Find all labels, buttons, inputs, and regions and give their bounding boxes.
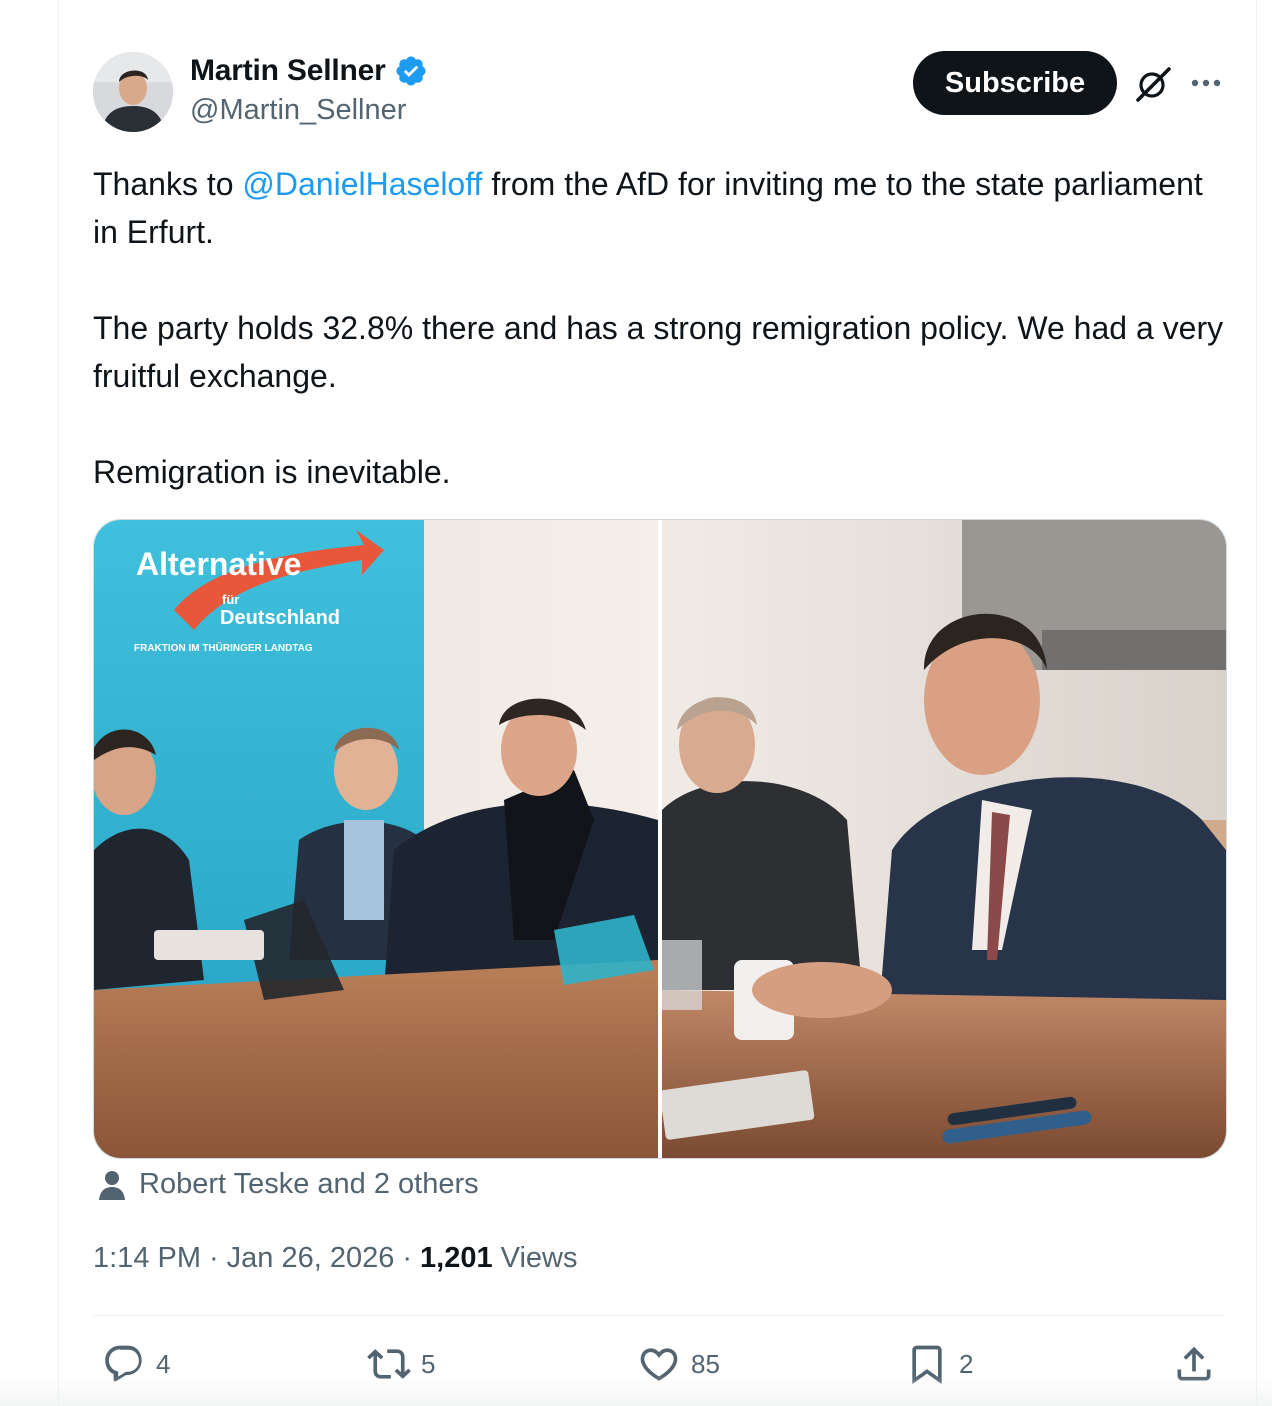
media-grid: Alternative für Deutschland FRAKTION IM … xyxy=(93,519,1227,1159)
tweet-date[interactable]: Jan 26, 2026 xyxy=(227,1242,395,1275)
bookmark-count: 2 xyxy=(959,1348,974,1379)
repost-button[interactable]: 5 xyxy=(367,1342,435,1386)
meta-separator: · xyxy=(209,1242,219,1274)
avatar-image xyxy=(93,52,173,132)
reply-icon xyxy=(105,1345,142,1382)
tweet-meta: 1:14 PM · Jan 26, 2026 · 1,201 Views xyxy=(93,1242,577,1275)
grok-icon[interactable] xyxy=(1133,64,1173,104)
author-handle[interactable]: @Martin_Sellner xyxy=(190,94,406,127)
author-name-row[interactable]: Martin Sellner xyxy=(190,54,428,88)
banner-text-alternative: Alternative xyxy=(136,546,301,582)
subscribe-button[interactable]: Subscribe xyxy=(913,51,1117,115)
meta-separator: · xyxy=(402,1242,413,1274)
avatar[interactable] xyxy=(93,52,173,132)
tweet-text-prefix: Thanks to xyxy=(93,166,243,202)
mention-link[interactable]: @DanielHaseloff xyxy=(242,166,482,202)
share-button[interactable] xyxy=(1172,1342,1216,1386)
bottom-fade xyxy=(0,1376,1272,1406)
tweet-paragraph-3: Remigration is inevitable. xyxy=(93,454,451,490)
divider xyxy=(93,1315,1225,1316)
verified-badge-icon[interactable] xyxy=(394,54,428,88)
photo-2-image xyxy=(662,520,1226,1158)
media-photo-1[interactable]: Alternative für Deutschland FRAKTION IM … xyxy=(94,520,658,1158)
reply-button[interactable]: 4 xyxy=(102,1342,170,1386)
banner-text-fraktion: FRAKTION IM THÜRINGER LANDTAG xyxy=(134,641,313,654)
bookmark-button[interactable]: 2 xyxy=(905,1342,973,1386)
share-icon xyxy=(1177,1346,1211,1381)
timeline-border-right xyxy=(1256,0,1257,1406)
author-display-name[interactable]: Martin Sellner xyxy=(190,54,386,88)
repost-icon xyxy=(367,1349,411,1379)
more-options-icon[interactable] xyxy=(1188,68,1224,98)
tweet-paragraph-1: Thanks to @DanielHaseloff from the AfD f… xyxy=(93,160,1233,256)
tweet-paragraph-2: The party holds 32.8% there and has a st… xyxy=(93,310,1224,394)
tweet-text: Thanks to @DanielHaseloff from the AfD f… xyxy=(93,160,1233,496)
photo-1-image: Alternative für Deutschland FRAKTION IM … xyxy=(94,520,658,1158)
bookmark-icon xyxy=(912,1345,942,1385)
views-count[interactable]: 1,201 xyxy=(420,1242,493,1275)
banner-text-deutschland: Deutschland xyxy=(220,607,340,629)
like-button[interactable]: 85 xyxy=(637,1342,720,1386)
reply-count: 4 xyxy=(156,1348,171,1379)
like-count: 85 xyxy=(691,1348,720,1379)
person-icon xyxy=(99,1170,125,1200)
timeline-border-left xyxy=(58,0,59,1406)
tweet-time[interactable]: 1:14 PM xyxy=(93,1242,201,1275)
tagged-users-text[interactable]: Robert Teske and 2 others xyxy=(139,1168,479,1201)
banner-text-fur: für xyxy=(222,592,239,607)
heart-icon xyxy=(640,1348,678,1381)
tagged-users[interactable]: Robert Teske and 2 others xyxy=(97,1168,479,1201)
repost-count: 5 xyxy=(421,1348,436,1379)
media-photo-2[interactable] xyxy=(662,520,1226,1158)
views-label[interactable]: Views xyxy=(501,1242,578,1275)
